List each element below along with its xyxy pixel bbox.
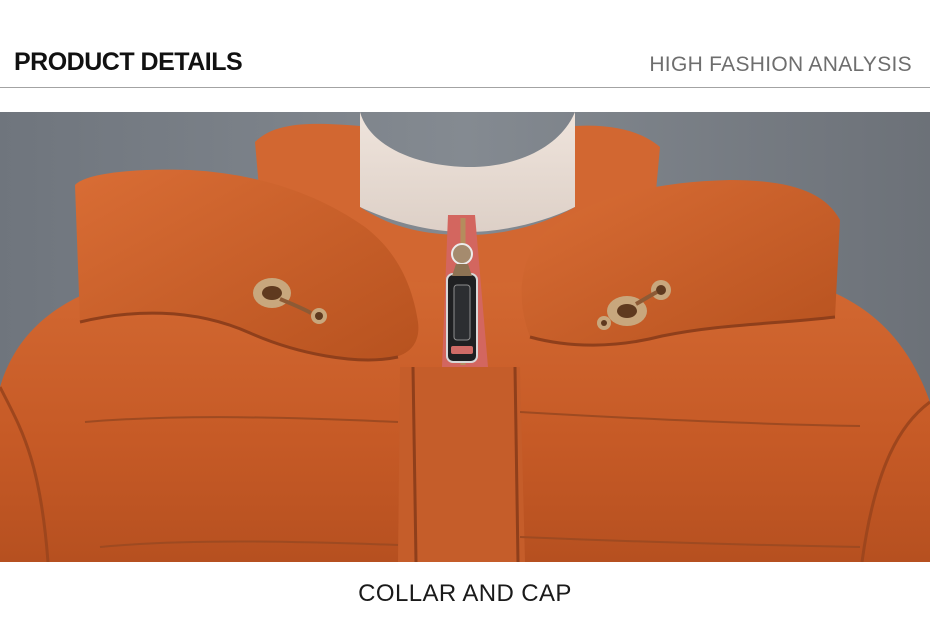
jacket-detail-photo [0, 112, 930, 562]
detail-caption: COLLAR AND CAP [358, 580, 572, 607]
product-detail-page: PRODUCT DETAILS HIGH FASHION ANALYSIS CO… [0, 0, 930, 639]
header-divider [0, 87, 930, 88]
section-header: PRODUCT DETAILS HIGH FASHION ANALYSIS [0, 0, 930, 92]
product-details-title: PRODUCT DETAILS [14, 48, 243, 76]
high-fashion-analysis-title: HIGH FASHION ANALYSIS [649, 53, 912, 76]
jacket-illustration [0, 112, 930, 562]
